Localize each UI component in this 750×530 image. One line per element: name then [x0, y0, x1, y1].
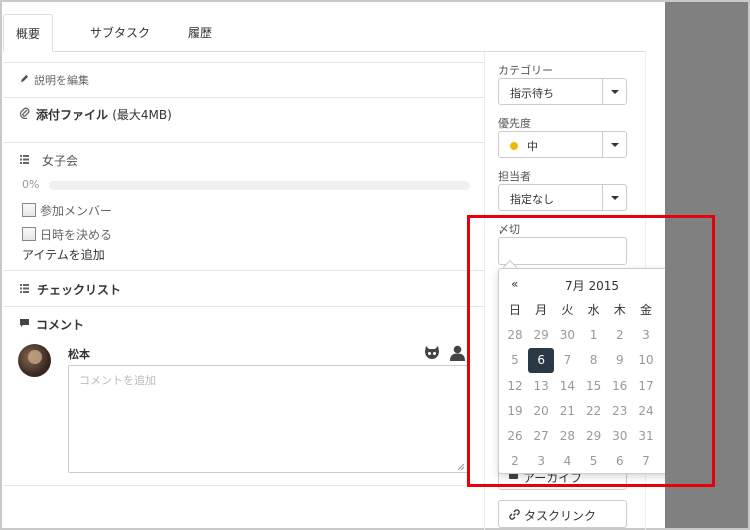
- assignee-value: 指定なし: [510, 193, 554, 206]
- tab-bar: 概要 サブタスク 履歴: [3, 14, 646, 52]
- progress-bar: [49, 181, 470, 190]
- avatar: [18, 344, 51, 377]
- checklist-title[interactable]: 女子会: [42, 152, 78, 169]
- list-icon: [20, 284, 29, 293]
- checklist-section-title: チェックリスト: [37, 283, 122, 297]
- priority-select[interactable]: 中: [498, 131, 627, 158]
- assignee-select[interactable]: 指定なし: [498, 184, 627, 211]
- link-icon: [509, 509, 520, 520]
- attachments-limit: (最大4MB): [112, 108, 172, 122]
- chevron-down-icon: [602, 132, 626, 157]
- tab-subtasks[interactable]: サブタスク: [78, 14, 162, 52]
- comments-title: コメント: [36, 318, 85, 332]
- tab-overview[interactable]: 概要: [3, 14, 54, 52]
- user-icon[interactable]: [450, 345, 465, 361]
- divider: [3, 306, 484, 307]
- category-value: 指示待ち: [510, 87, 554, 100]
- divider: [3, 270, 484, 271]
- checklist-item-label: 日時を決める: [40, 228, 113, 242]
- checklist-item-label: 参加メンバー: [40, 204, 113, 218]
- category-select[interactable]: 指示待ち: [498, 78, 627, 105]
- checkbox-members[interactable]: [22, 203, 36, 217]
- task-link-label: タスクリンク: [524, 509, 597, 523]
- comment-icon: [20, 319, 29, 327]
- list-icon: [20, 155, 29, 164]
- attachments-title: 添付ファイル (最大4MB): [36, 106, 172, 123]
- divider: [3, 142, 484, 143]
- highlight-box: [467, 215, 715, 487]
- priority-value: 中: [527, 140, 538, 153]
- comment-input[interactable]: コメントを追加: [68, 365, 469, 473]
- comment-placeholder: コメントを追加: [79, 374, 156, 387]
- progress-text: 0%: [22, 178, 40, 191]
- priority-value-wrap: 中: [510, 138, 538, 154]
- checkbox-schedule[interactable]: [22, 227, 36, 241]
- comment-user-name: 松本: [68, 348, 90, 361]
- assignee-label: 担当者: [498, 170, 531, 183]
- task-link-button[interactable]: タスクリンク: [498, 500, 627, 528]
- resize-handle-icon[interactable]: [457, 463, 464, 470]
- edit-description-link[interactable]: 説明を編集: [34, 72, 89, 88]
- priority-dot-icon: [510, 142, 518, 150]
- pencil-icon: [20, 74, 29, 83]
- tab-history[interactable]: 履歴: [176, 14, 224, 52]
- category-label: カテゴリー: [498, 64, 553, 77]
- priority-label: 優先度: [498, 117, 531, 130]
- paperclip-icon: [19, 107, 30, 119]
- attachments-label: 添付ファイル: [36, 108, 109, 122]
- divider: [3, 485, 484, 486]
- chevron-down-icon: [602, 79, 626, 104]
- divider: [3, 62, 484, 63]
- divider: [3, 97, 484, 98]
- github-icon[interactable]: [424, 345, 440, 360]
- chevron-down-icon: [602, 185, 626, 210]
- add-item-link[interactable]: アイテムを追加: [22, 246, 105, 263]
